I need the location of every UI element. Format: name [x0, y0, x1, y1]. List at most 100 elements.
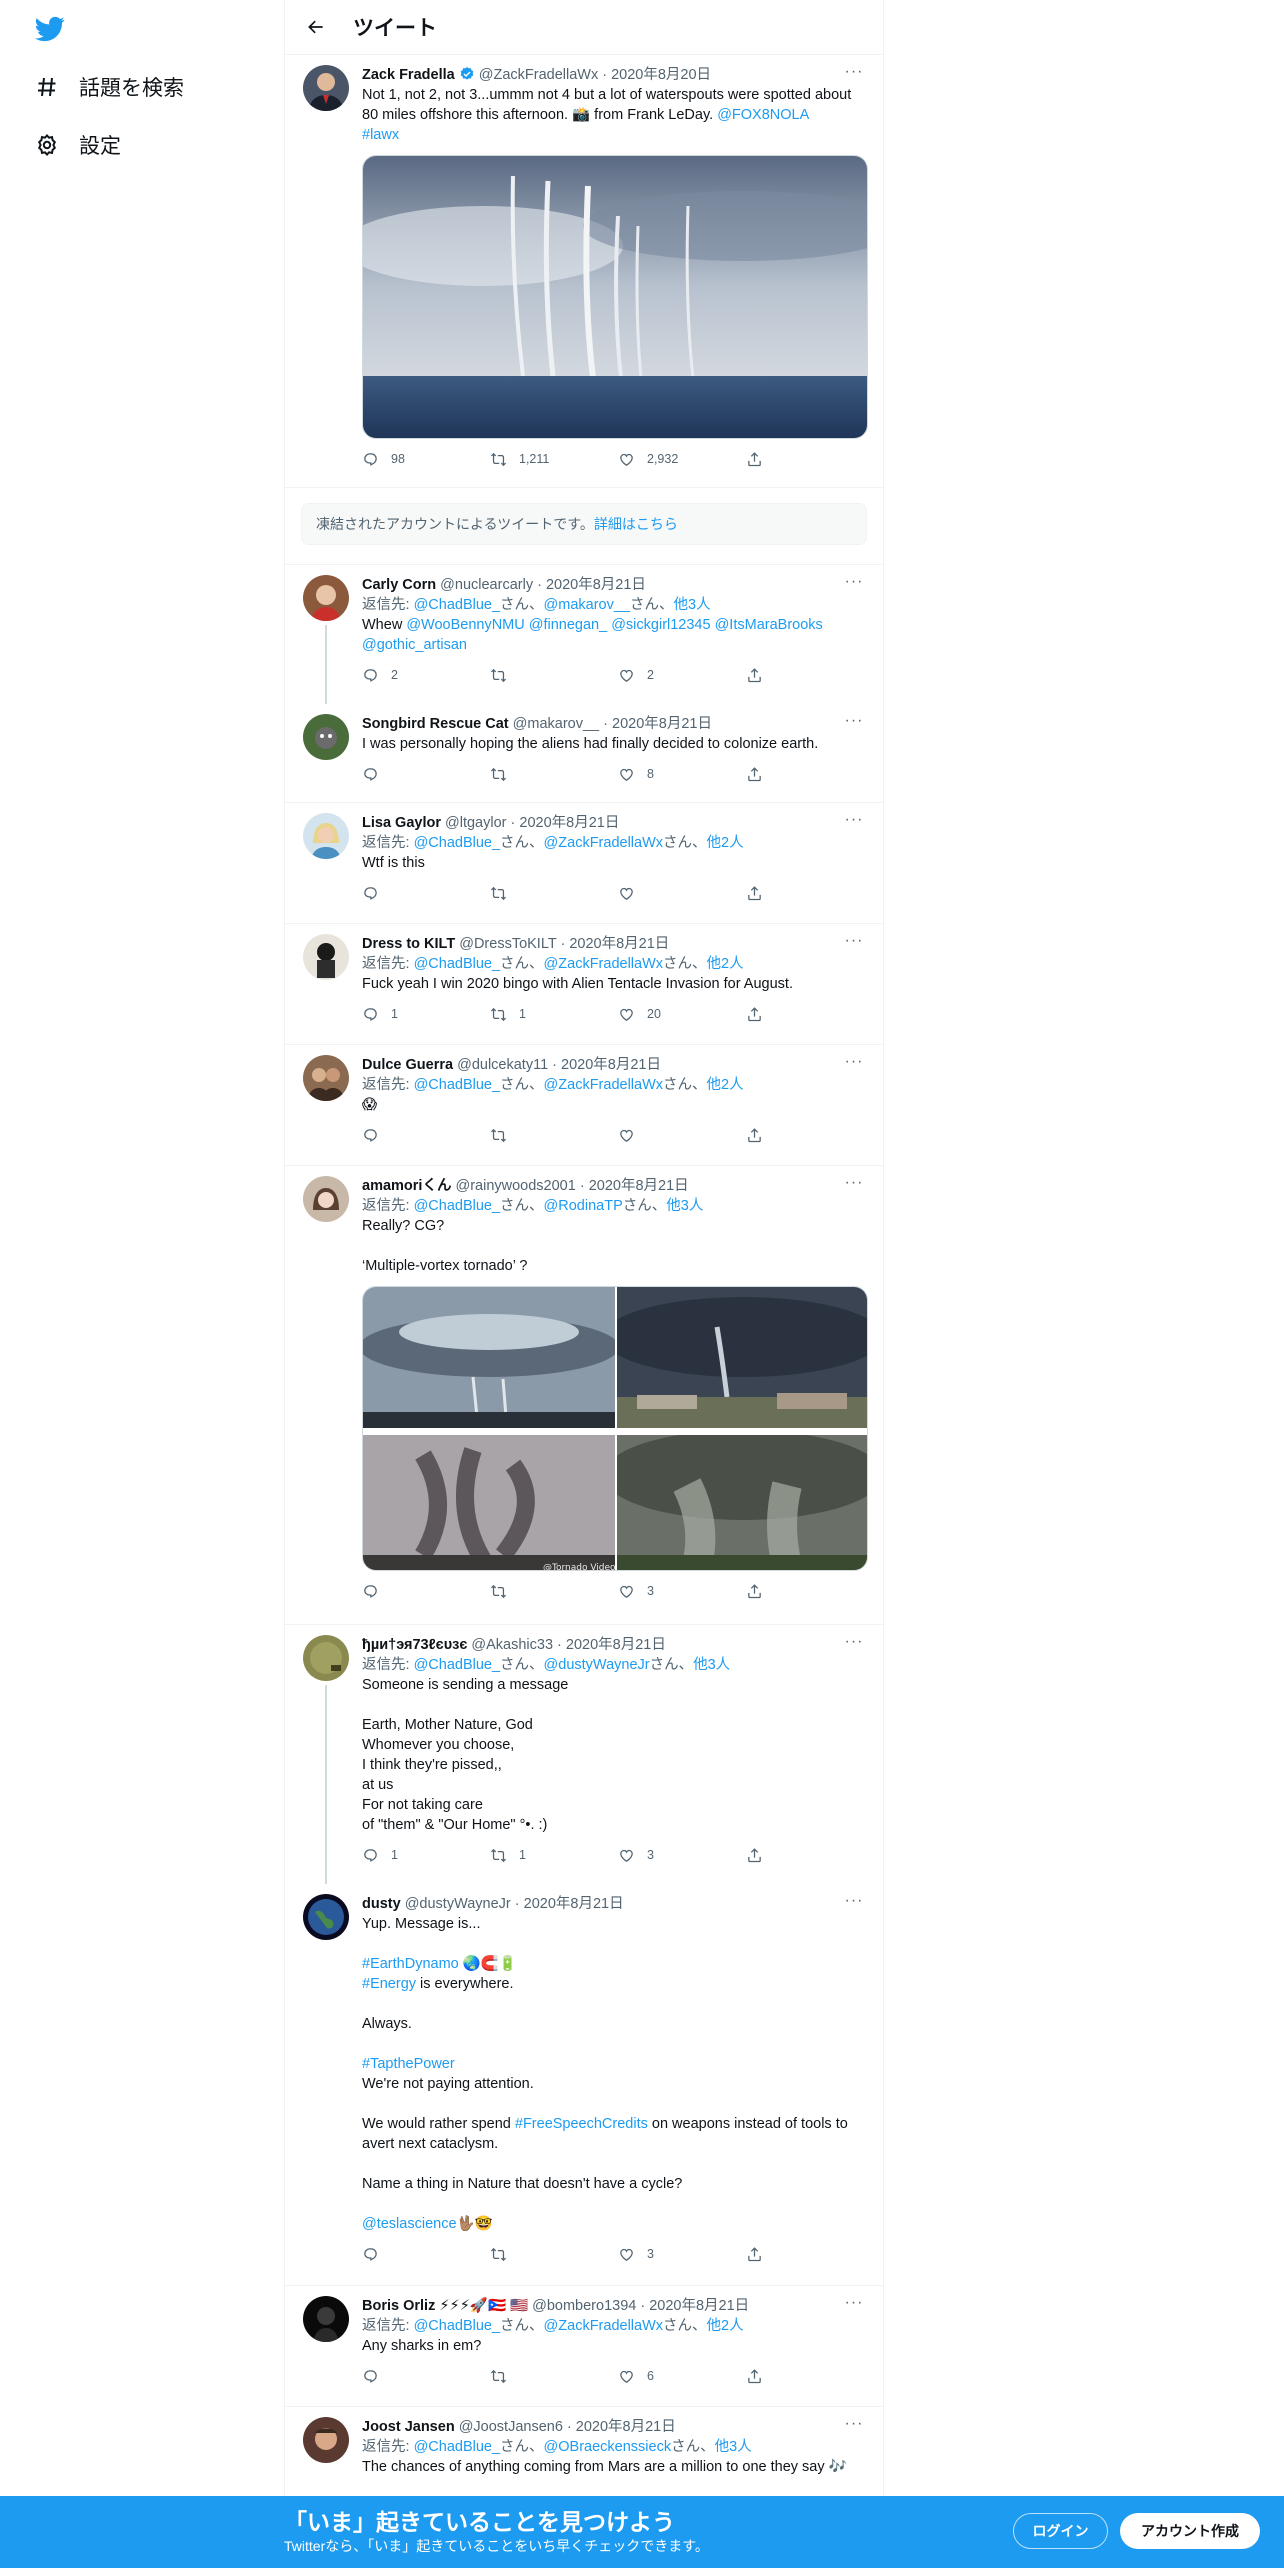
- handle[interactable]: @dulcekaty11: [457, 1057, 548, 1073]
- reply-button[interactable]: 1: [362, 1006, 490, 1023]
- reply-tweet[interactable]: ··· Songbird Rescue Cat @makarov__ · 202…: [285, 704, 883, 803]
- more-recipients-link[interactable]: 他3人: [666, 1198, 703, 1214]
- share-button[interactable]: [746, 885, 775, 902]
- like-button[interactable]: [618, 1127, 746, 1144]
- more-recipients-link[interactable]: 他2人: [707, 956, 744, 972]
- display-name[interactable]: ђµи†эя73ℓєυзє: [362, 1637, 467, 1653]
- retweet-button[interactable]: [490, 1583, 618, 1600]
- like-button[interactable]: 2,932: [618, 451, 746, 468]
- share-button[interactable]: [746, 1847, 775, 1864]
- avatar[interactable]: [303, 934, 349, 980]
- tweet-image[interactable]: [603, 1287, 867, 1433]
- mention-link[interactable]: @ZackFradellaWx: [544, 956, 663, 972]
- display-name[interactable]: Boris Orliz ⚡⚡⚡🚀🇵🇷 🇺🇸: [362, 2298, 528, 2314]
- more-options-icon[interactable]: ···: [843, 2295, 865, 2316]
- retweet-button[interactable]: [490, 2368, 618, 2385]
- handle[interactable]: @makarov__: [513, 716, 599, 732]
- share-button[interactable]: [746, 2246, 775, 2263]
- share-button[interactable]: [746, 667, 775, 684]
- hashtag-link[interactable]: #FreeSpeechCredits: [515, 2116, 648, 2132]
- mention-link[interactable]: @FOX8NOLA: [717, 107, 809, 123]
- mention-link[interactable]: @ZackFradellaWx: [544, 1077, 663, 1093]
- retweet-button[interactable]: [490, 2246, 618, 2263]
- display-name[interactable]: Dulce Guerra: [362, 1057, 453, 1073]
- avatar[interactable]: [303, 714, 349, 760]
- share-button[interactable]: [746, 1583, 775, 1600]
- tweet-image[interactable]: [362, 155, 868, 439]
- reply-tweet[interactable]: ··· Lisa Gaylor @ltgaylor · 2020年8月21日 返…: [285, 803, 883, 924]
- login-button[interactable]: ログイン: [1013, 2513, 1108, 2549]
- main-tweet[interactable]: ··· Zack Fradella @ZackFradellaWx · 2020…: [285, 55, 883, 488]
- handle[interactable]: @DressToKILT: [459, 936, 556, 952]
- like-button[interactable]: 3: [618, 1583, 746, 1600]
- timestamp[interactable]: 2020年8月20日: [611, 67, 711, 83]
- handle[interactable]: @JoostJansen6: [459, 2419, 563, 2435]
- hashtag-link[interactable]: #TapthePower: [362, 2056, 455, 2072]
- tweet-image[interactable]: [363, 1287, 619, 1433]
- more-options-icon[interactable]: ···: [843, 933, 865, 954]
- mention-link[interactable]: @ZackFradellaWx: [544, 835, 663, 851]
- avatar[interactable]: [303, 1055, 349, 1101]
- hashtag-link[interactable]: #EarthDynamo: [362, 1956, 459, 1972]
- timestamp[interactable]: 2020年8月21日: [612, 716, 712, 732]
- like-button[interactable]: 8: [618, 766, 746, 783]
- more-options-icon[interactable]: ···: [843, 1054, 865, 1075]
- reply-tweet[interactable]: ··· dusty @dustyWayneJr · 2020年8月21日 Yup…: [285, 1884, 883, 2286]
- share-button[interactable]: [746, 1006, 775, 1023]
- more-recipients-link[interactable]: 他3人: [693, 1657, 730, 1673]
- like-button[interactable]: 20: [618, 1006, 746, 1023]
- more-options-icon[interactable]: ···: [843, 574, 865, 595]
- avatar[interactable]: [303, 2296, 349, 2342]
- more-recipients-link[interactable]: 他2人: [707, 2318, 744, 2334]
- timestamp[interactable]: 2020年8月21日: [519, 815, 619, 831]
- timestamp[interactable]: 2020年8月21日: [576, 2419, 676, 2435]
- share-button[interactable]: [746, 2368, 775, 2385]
- back-arrow-icon[interactable]: [301, 12, 331, 42]
- display-name[interactable]: Joost Jansen: [362, 2419, 455, 2435]
- timestamp[interactable]: 2020年8月21日: [546, 577, 646, 593]
- twitter-logo-icon[interactable]: [33, 14, 67, 44]
- handle[interactable]: @Akashic33: [471, 1637, 553, 1653]
- timestamp[interactable]: 2020年8月21日: [569, 936, 669, 952]
- timestamp[interactable]: 2020年8月21日: [566, 1637, 666, 1653]
- mention-link[interactable]: @dustyWayneJr: [544, 1657, 650, 1673]
- timestamp[interactable]: 2020年8月21日: [589, 1178, 689, 1194]
- tweet-image[interactable]: @Tornado Video: [363, 1435, 616, 1570]
- mention-link[interactable]: @ChadBlue_: [414, 1077, 500, 1093]
- reply-button[interactable]: 1: [362, 1847, 490, 1864]
- share-button[interactable]: [746, 766, 775, 783]
- retweet-button[interactable]: 1: [490, 1006, 618, 1023]
- mention-links[interactable]: @WooBennyNMU @finnegan_ @sickgirl12345 @…: [362, 617, 827, 653]
- display-name[interactable]: dusty: [362, 1896, 401, 1912]
- retweet-button[interactable]: [490, 766, 618, 783]
- avatar[interactable]: [303, 1635, 349, 1681]
- mention-link[interactable]: @ChadBlue_: [414, 835, 500, 851]
- more-options-icon[interactable]: ···: [843, 64, 865, 85]
- display-name[interactable]: Lisa Gaylor: [362, 815, 441, 831]
- display-name[interactable]: Songbird Rescue Cat: [362, 716, 509, 732]
- display-name[interactable]: Carly Corn: [362, 577, 436, 593]
- more-options-icon[interactable]: ···: [843, 1175, 865, 1196]
- mention-link[interactable]: @ChadBlue_: [414, 2439, 500, 2455]
- tweet-image[interactable]: [603, 1430, 867, 1570]
- reply-tweet[interactable]: ··· ђµи†эя73ℓєυзє @Akashic33 · 2020年8月21…: [285, 1625, 883, 1884]
- like-button[interactable]: 6: [618, 2368, 746, 2385]
- hashtag-link[interactable]: #lawx: [362, 127, 399, 143]
- avatar[interactable]: [303, 2417, 349, 2463]
- display-name[interactable]: Dress to KILT: [362, 936, 455, 952]
- mention-link[interactable]: @RodinaTP: [544, 1198, 623, 1214]
- reply-button[interactable]: [362, 2246, 490, 2263]
- reply-button[interactable]: 98: [362, 451, 490, 468]
- more-recipients-link[interactable]: 他2人: [707, 1077, 744, 1093]
- mention-link[interactable]: @ChadBlue_: [414, 2318, 500, 2334]
- share-button[interactable]: [746, 451, 775, 468]
- handle[interactable]: @dustyWayneJr: [405, 1896, 511, 1912]
- like-button[interactable]: 3: [618, 1847, 746, 1864]
- signup-button[interactable]: アカウント作成: [1120, 2513, 1260, 2549]
- learn-more-link[interactable]: 詳細はこちら: [594, 516, 678, 532]
- avatar[interactable]: [303, 813, 349, 859]
- more-options-icon[interactable]: ···: [843, 2416, 865, 2437]
- more-recipients-link[interactable]: 他3人: [674, 597, 711, 613]
- reply-tweet[interactable]: ··· Carly Corn @nuclearcarly · 2020年8月21…: [285, 565, 883, 704]
- hashtag-link[interactable]: #Energy: [362, 1976, 416, 1992]
